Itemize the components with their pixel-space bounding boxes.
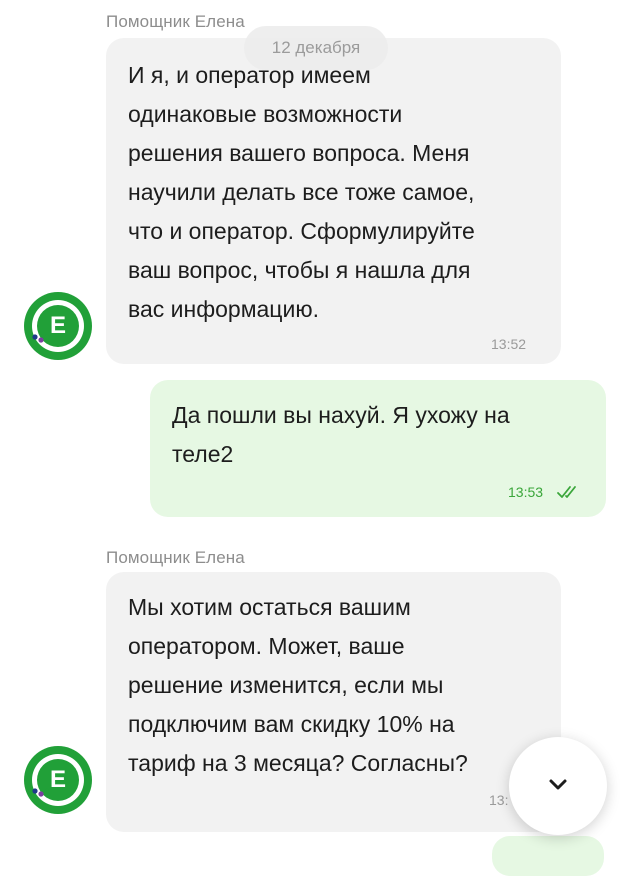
scroll-down-button[interactable] — [509, 737, 607, 835]
double-check-icon — [557, 486, 576, 498]
message-text: Мы хотим остаться вашим оператором. Може… — [128, 594, 468, 776]
message-time: 13:53 — [508, 484, 544, 500]
message-bubble-incoming[interactable]: И я, и оператор имеем одинаковые возможн… — [106, 38, 561, 364]
date-chip: 12 декабря — [244, 26, 388, 70]
chevron-down-icon — [549, 779, 567, 790]
assistant-avatar[interactable]: E — [24, 292, 92, 360]
message-time: 13: — [489, 792, 509, 808]
message-text: Да пошли вы нахуй. Я ухожу на теле2 — [172, 402, 510, 467]
avatar-dots-icon — [32, 788, 50, 797]
message-bubble-outgoing-partial — [492, 836, 604, 876]
message-time: 13:52 — [491, 336, 527, 352]
sender-name: Помощник Елена — [106, 12, 245, 31]
avatar-dots-icon — [32, 334, 50, 343]
sender-name: Помощник Елена — [106, 548, 245, 567]
message-text: И я, и оператор имеем одинаковые возможн… — [128, 62, 475, 322]
assistant-avatar[interactable]: E — [24, 746, 92, 814]
message-bubble-incoming[interactable]: Мы хотим остаться вашим оператором. Може… — [106, 572, 561, 832]
message-bubble-outgoing[interactable]: Да пошли вы нахуй. Я ухожу на теле2 13:5… — [150, 380, 606, 517]
